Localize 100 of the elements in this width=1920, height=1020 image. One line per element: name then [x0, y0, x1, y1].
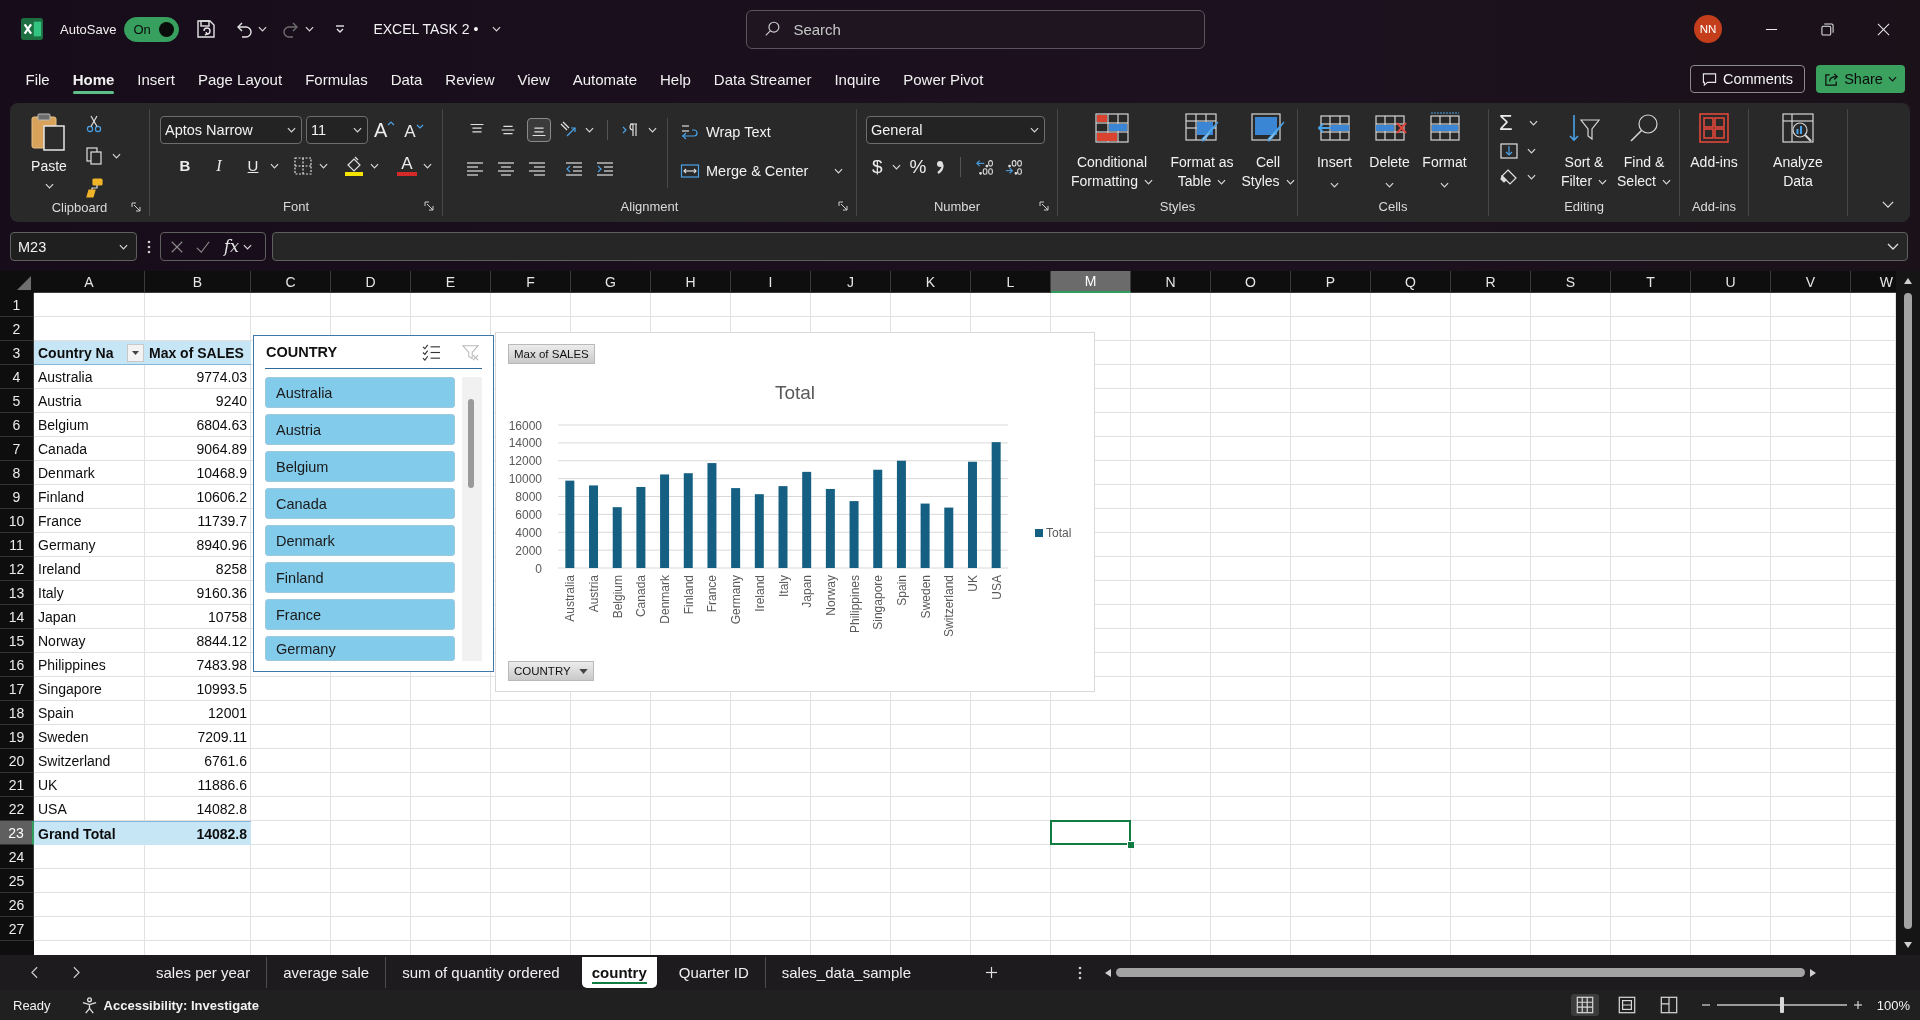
row-header[interactable]: 15 [0, 629, 34, 653]
column-header[interactable]: L [971, 271, 1051, 293]
search-field[interactable]: Search [746, 9, 1206, 49]
fill-handle[interactable] [1127, 841, 1135, 849]
cell-styles-button[interactable]: Cell Styles [1240, 109, 1296, 191]
fill-down-icon[interactable] [1499, 141, 1519, 161]
row-header[interactable]: 13 [0, 581, 34, 605]
more-options-icon[interactable] [147, 239, 151, 254]
document-title[interactable]: EXCEL TASK 2 • [373, 21, 479, 37]
row-header[interactable]: 22 [0, 797, 34, 821]
accessibility-status[interactable]: Accessibility: Investigate [103, 997, 259, 1013]
chevron-right-icon[interactable] [73, 966, 80, 979]
ribbon-tab[interactable]: Automate [561, 62, 649, 96]
insert-function-button[interactable]: fx [224, 237, 239, 256]
customize-toolbar-icon[interactable] [334, 24, 347, 34]
italic-button[interactable]: I [208, 156, 230, 175]
ribbon-tab[interactable]: Data [379, 62, 434, 96]
column-header[interactable]: U [1691, 271, 1771, 293]
slicer-item[interactable]: Canada [265, 488, 455, 519]
slicer-item[interactable]: Germany [265, 636, 455, 661]
ribbon-tab[interactable]: File [14, 62, 62, 96]
slicer-item[interactable]: Finland [265, 562, 455, 593]
fill-color-icon[interactable] [344, 155, 364, 176]
sheet-tab[interactable]: average sale [266, 957, 386, 988]
slicer-item[interactable]: Denmark [265, 525, 455, 556]
eraser-icon[interactable] [1499, 167, 1519, 187]
row-header[interactable]: 20 [0, 749, 34, 773]
accessibility-icon[interactable] [80, 996, 98, 1014]
axis-field-button[interactable]: COUNTRY [508, 661, 594, 681]
ribbon-tab[interactable]: Data Streamer [702, 62, 823, 96]
shrink-font-button[interactable]: A [404, 121, 424, 142]
active-cell[interactable] [1050, 820, 1131, 845]
column-header[interactable]: Q [1371, 271, 1451, 293]
ribbon-tab[interactable]: Help [648, 62, 703, 96]
column-header[interactable]: R [1451, 271, 1531, 293]
column-header[interactable]: K [891, 271, 971, 293]
autosave-toggle[interactable]: On [124, 16, 180, 42]
delete-cells-button[interactable]: Delete [1362, 109, 1417, 188]
ribbon-tab[interactable]: Home [61, 62, 126, 96]
row-header[interactable]: 27 [0, 917, 34, 941]
increase-indent-icon[interactable] [595, 159, 615, 179]
row-header[interactable]: 7 [0, 437, 34, 461]
percent-button[interactable]: % [909, 156, 927, 178]
row-header[interactable]: 3 [0, 341, 34, 365]
scroll-right-icon[interactable] [1809, 967, 1818, 978]
name-box[interactable]: M23 [10, 232, 137, 261]
row-header[interactable]: 12 [0, 557, 34, 581]
row-header[interactable]: 5 [0, 389, 34, 413]
column-header[interactable]: B [145, 271, 251, 293]
column-header[interactable]: P [1291, 271, 1371, 293]
format-cells-button[interactable]: Format [1417, 109, 1472, 188]
scroll-up-icon[interactable] [1903, 277, 1913, 285]
font-color-button[interactable]: A [397, 155, 417, 176]
autosum-button[interactable]: Σ [1499, 111, 1521, 135]
column-header[interactable]: T [1611, 271, 1691, 293]
font-name-dropdown[interactable]: Aptos Narrow [160, 116, 302, 144]
row-header[interactable]: 6 [0, 413, 34, 437]
share-button[interactable]: Share [1816, 65, 1905, 93]
plus-icon[interactable] [1852, 1000, 1863, 1010]
scissors-icon[interactable] [84, 114, 104, 134]
wrap-text-button[interactable]: Wrap Text [680, 118, 844, 146]
scroll-left-icon[interactable] [1104, 967, 1113, 978]
formula-input[interactable] [272, 232, 1908, 261]
select-all-icon[interactable] [17, 276, 31, 290]
column-header[interactable]: C [251, 271, 331, 293]
row-header[interactable]: 9 [0, 485, 34, 509]
row-header[interactable]: 8 [0, 461, 34, 485]
sheet-tab[interactable]: sum of quantity ordered [385, 957, 576, 988]
slicer-item[interactable]: Australia [265, 377, 455, 408]
close-icon[interactable] [1877, 22, 1890, 36]
paste-button[interactable]: Paste [20, 109, 78, 198]
plus-icon[interactable] [985, 966, 999, 979]
sort-filter-button[interactable]: Sort & Filter [1554, 109, 1614, 191]
column-header[interactable]: H [651, 271, 731, 293]
restore-icon[interactable] [1821, 22, 1834, 36]
normal-view-icon[interactable] [1570, 994, 1599, 1016]
column-header[interactable]: E [411, 271, 491, 293]
row-header[interactable]: 23 [0, 821, 34, 845]
row-header[interactable]: 16 [0, 653, 34, 677]
column-header[interactable]: I [731, 271, 811, 293]
column-header[interactable]: S [1531, 271, 1611, 293]
ribbon-tab[interactable]: Insert [125, 62, 187, 96]
collapse-ribbon-icon[interactable] [1882, 201, 1894, 208]
column-header[interactable]: J [811, 271, 891, 293]
insert-cells-button[interactable]: Insert [1307, 109, 1362, 188]
underline-button[interactable]: U [242, 157, 264, 174]
vertical-scrollbar[interactable] [1896, 271, 1920, 955]
save-icon[interactable] [196, 19, 217, 39]
dialog-launcher-icon[interactable] [131, 202, 141, 212]
copy-icon[interactable] [84, 146, 104, 166]
row-header[interactable]: 10 [0, 509, 34, 533]
sheet-tab[interactable]: Quarter ID [662, 957, 765, 988]
align-right-icon[interactable] [527, 159, 547, 179]
ribbon-tab[interactable]: Page Layout [186, 62, 294, 96]
slicer-scrollbar[interactable] [462, 377, 482, 661]
more-options-icon[interactable] [1078, 965, 1083, 980]
sheet-tab[interactable]: sales per year [140, 957, 267, 988]
merge-center-button[interactable]: Merge & Center [680, 157, 844, 185]
row-header[interactable]: 19 [0, 725, 34, 749]
scroll-down-icon[interactable] [1903, 941, 1913, 949]
